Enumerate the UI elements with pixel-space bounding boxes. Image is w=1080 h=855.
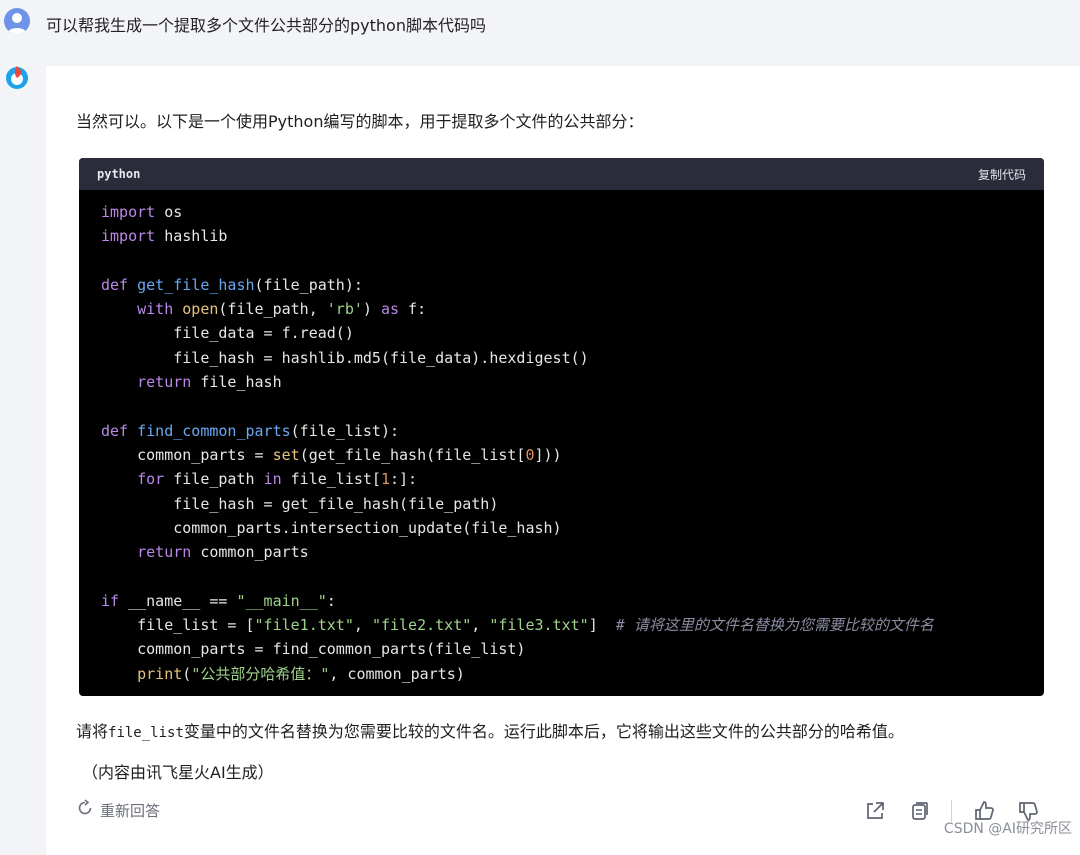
followup-text-start: 请将 <box>76 722 109 741</box>
code-line: print("公共部分哈希值：", common_parts) <box>137 664 465 683</box>
code-line: def get_file_hash(file_path): <box>101 275 363 294</box>
code-line: if __name__ == "__main__": <box>101 591 336 610</box>
code-line: file_hash = hashlib.md5(file_data).hexdi… <box>101 348 589 367</box>
regenerate-label: 重新回答 <box>100 801 161 820</box>
spark-logo-icon <box>4 64 30 90</box>
code-line: common_parts = find_common_parts(file_li… <box>101 640 526 659</box>
copy-answer-icon[interactable] <box>907 799 931 823</box>
code-block: python 复制代码 import os import hashlib def … <box>79 158 1044 696</box>
copy-code-button[interactable]: 复制代码 <box>978 166 1026 183</box>
user-message-row: 可以帮我生成一个提取多个文件公共部分的python脚本代码吗 <box>0 0 1080 50</box>
code-line: for file_path in file_list[1:]: <box>137 470 418 489</box>
followup-inline-code: file_list <box>108 725 184 741</box>
followup-text-end: 变量中的文件名替换为您需要比较的文件名。运行此脚本后，它将输出这些文件的公共部分… <box>183 722 904 741</box>
answer-followup-text: 请将file_list变量中的文件名替换为您需要比较的文件名。运行此脚本后，它将… <box>76 718 904 742</box>
code-line: with open(file_path, 'rb') as f: <box>137 300 427 319</box>
refresh-icon <box>76 799 94 821</box>
code-line: def find_common_parts(file_list): <box>101 421 400 440</box>
code-line: file_data = f.read() <box>101 324 354 343</box>
code-language-label: python <box>97 167 141 181</box>
source-note: （内容由讯飞星火AI生成） <box>82 763 274 782</box>
regenerate-button[interactable]: 重新回答 <box>76 799 160 821</box>
share-icon[interactable] <box>863 799 887 823</box>
csdn-watermark: CSDN @AI研究所区 <box>943 821 1072 837</box>
user-message-text: 可以帮我生成一个提取多个文件公共部分的python脚本代码吗 <box>46 16 486 35</box>
code-line: common_parts.intersection_update(file_ha… <box>101 518 562 537</box>
code-header: python 复制代码 <box>79 158 1044 190</box>
code-body: import os import hashlib def get_file_has… <box>79 190 1044 686</box>
code-line: file_hash = get_file_hash(file_path) <box>101 494 499 513</box>
assistant-answer-card: 当然可以。以下是一个使用Python编写的脚本，用于提取多个文件的公共部分： p… <box>46 66 1080 855</box>
code-line: file_list = ["file1.txt", "file2.txt", "… <box>101 616 934 635</box>
code-line: common_parts = set(get_file_hash(file_li… <box>101 445 562 464</box>
code-line: import hashlib <box>101 227 228 246</box>
code-line: return file_hash <box>137 373 282 392</box>
user-avatar-icon <box>4 8 30 34</box>
code-line: import os <box>101 203 183 221</box>
answer-intro: 当然可以。以下是一个使用Python编写的脚本，用于提取多个文件的公共部分： <box>76 112 644 131</box>
code-line: return common_parts <box>137 543 309 562</box>
